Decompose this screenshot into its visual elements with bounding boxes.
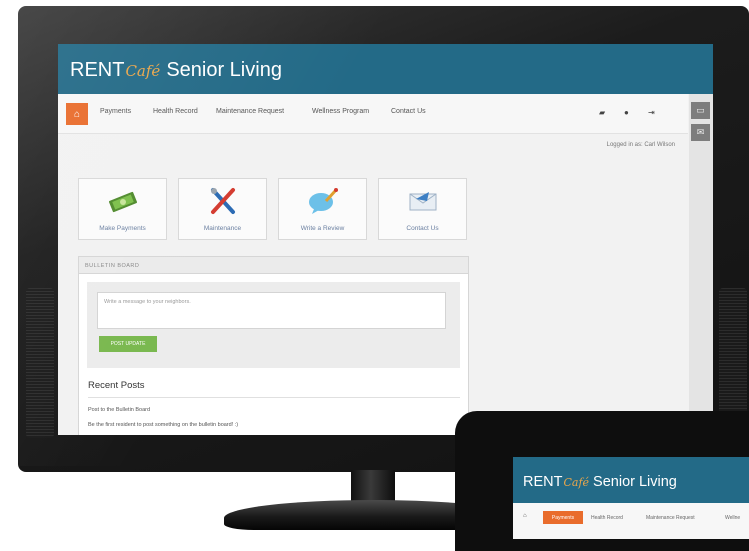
tablet-brand-logo[interactable]: RENTCafé Senior Living — [523, 474, 677, 490]
tools-icon — [179, 187, 266, 215]
list-item: Post to the Bulletin Board — [88, 407, 151, 413]
post-update-button[interactable]: POST UPDATE — [99, 336, 157, 352]
tile-label: Maintenance — [203, 225, 242, 232]
brand-script: Café — [125, 62, 161, 80]
nav-maintenance-request[interactable]: Maintenance Request — [216, 108, 284, 115]
logged-in-text: Logged in as: Carl Wilson — [606, 142, 675, 148]
app-header: RENTCafé Senior Living — [58, 44, 713, 94]
nav-health-record[interactable]: Health Record — [153, 108, 198, 115]
brand-script: Café — [563, 476, 590, 489]
money-icon — [79, 187, 166, 215]
chat-icon[interactable]: ▭ — [691, 102, 710, 119]
brand-logo[interactable]: RENTCafé Senior Living — [70, 59, 282, 82]
review-icon — [279, 187, 366, 215]
brand-prefix: RENT — [70, 59, 125, 81]
tile-label: Make Payments — [99, 225, 146, 232]
recent-posts-heading: Recent Posts — [88, 380, 145, 391]
side-rail — [689, 94, 713, 435]
tablet-nav: ⌂ Payments Health Record Maintenance Req… — [513, 503, 749, 539]
main-nav: ⌂ Payments Health Record Maintenance Req… — [58, 94, 688, 134]
tile-make-payments[interactable]: Make Payments — [78, 178, 167, 240]
post-composer: Write a message to your neighbors. POST … — [87, 282, 460, 368]
tablet-nav-maintenance-request[interactable]: Maintenance Request — [646, 515, 695, 521]
nav-wellness-program[interactable]: Wellness Program — [312, 108, 369, 115]
tablet-screen: RENTCafé Senior Living ⌂ Payments Health … — [513, 457, 749, 539]
tablet-nav-payments[interactable]: Payments — [543, 511, 583, 524]
bulletin-title: BULLETIN BOARD — [79, 257, 468, 274]
home-icon[interactable]: ⌂ — [66, 103, 88, 125]
nav-payments[interactable]: Payments — [100, 108, 131, 115]
user-icon[interactable]: ● — [624, 108, 629, 117]
logout-icon[interactable]: ⇥ — [648, 108, 655, 117]
tile-contact-us[interactable]: Contact Us — [378, 178, 467, 240]
left-speaker — [26, 288, 54, 438]
brand-suffix: Senior Living — [593, 474, 677, 490]
divider — [88, 397, 460, 398]
tablet-nav-health-record[interactable]: Health Record — [591, 515, 623, 521]
tile-write-review[interactable]: Write a Review — [278, 178, 367, 240]
tile-maintenance[interactable]: Maintenance — [178, 178, 267, 240]
folder-icon[interactable]: ▰ — [599, 108, 605, 117]
tile-label: Contact Us — [406, 225, 439, 232]
mail-icon[interactable]: ✉ — [691, 124, 710, 141]
tile-label: Write a Review — [300, 225, 345, 232]
nav-contact-us[interactable]: Contact Us — [391, 108, 426, 115]
brand-suffix: Senior Living — [166, 59, 282, 81]
list-item: Be the first resident to post something … — [88, 422, 239, 428]
monitor-screen: RENTCafé Senior Living ⌂ Payments Health … — [58, 44, 713, 435]
home-icon[interactable]: ⌂ — [523, 513, 527, 519]
bulletin-board: BULLETIN BOARD Write a message to your n… — [78, 256, 469, 435]
brand-prefix: RENT — [523, 474, 563, 490]
tablet-header: RENTCafé Senior Living — [513, 457, 749, 503]
message-input[interactable]: Write a message to your neighbors. — [97, 292, 446, 329]
envelope-icon — [379, 187, 466, 215]
tablet-nav-wellness[interactable]: Wellne — [725, 515, 740, 521]
